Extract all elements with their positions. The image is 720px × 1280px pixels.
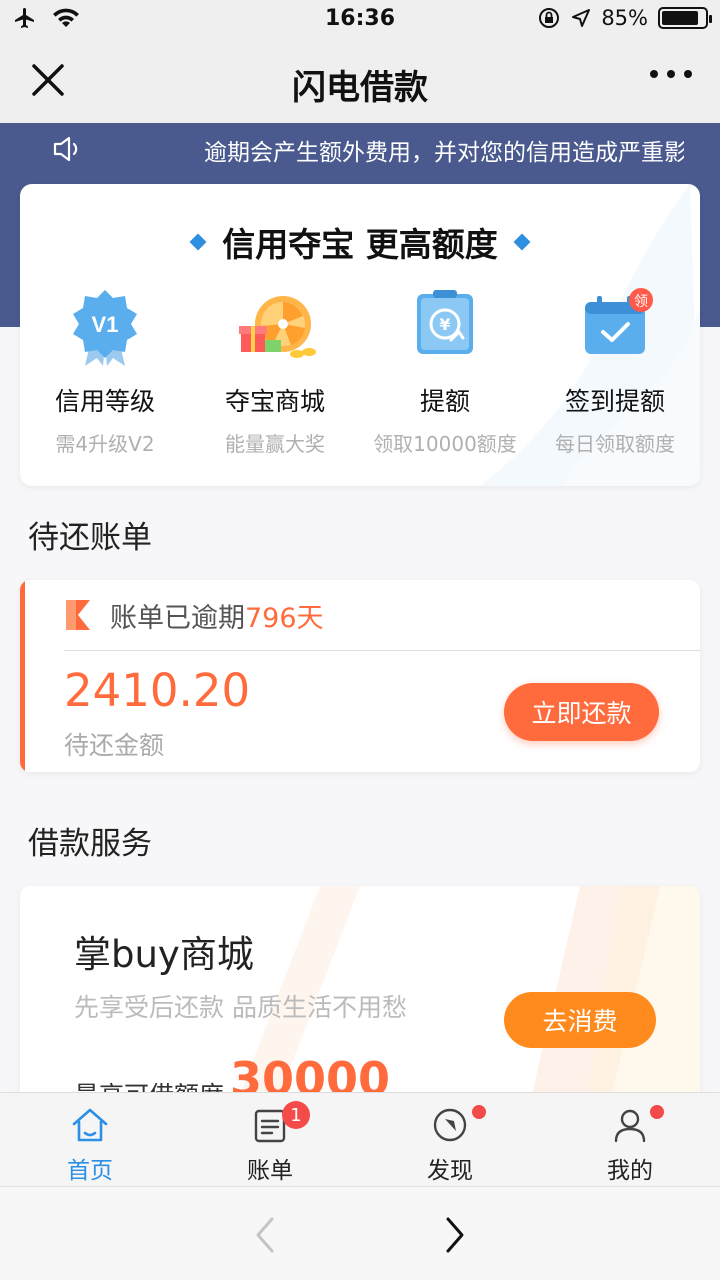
bill-divider bbox=[64, 650, 700, 651]
tab-label: 首页 bbox=[67, 1158, 113, 1184]
status-right: 85% bbox=[537, 6, 712, 30]
compass-icon bbox=[433, 1108, 467, 1142]
feature-checkin[interactable]: 领 签到提额 每日领取额度 bbox=[530, 288, 700, 457]
yen-text: ¥ bbox=[439, 315, 450, 334]
prize-wheel-icon bbox=[239, 296, 316, 358]
feature-raise-limit[interactable]: ¥ 提额 领取10000额度 bbox=[360, 288, 530, 457]
feature-sub: 领取10000额度 bbox=[373, 432, 517, 456]
feature-label: 信用等级 bbox=[54, 387, 155, 416]
credit-card: 信用夺宝 更高额度 V1 信用等级 需4升级V2 夺宝商城 能量赢大奖 ¥ 提额… bbox=[20, 184, 700, 486]
feature-sub: 需4升级V2 bbox=[55, 432, 155, 456]
feature-treasure-mall[interactable]: 夺宝商城 能量赢大奖 bbox=[190, 288, 360, 457]
feature-sub: 每日领取额度 bbox=[555, 432, 675, 456]
speaker-icon bbox=[53, 136, 78, 162]
bill-card[interactable]: 账单已逾期796天 2410.20 待还金额 立即还款 bbox=[20, 580, 700, 772]
checkin-badge-text: 领 bbox=[634, 294, 648, 310]
tab-bar: 首页 1 账单 发现 我的 bbox=[0, 1092, 720, 1186]
feature-credit-level[interactable]: V1 信用等级 需4升级V2 bbox=[20, 288, 190, 457]
feature-label: 签到提额 bbox=[564, 387, 665, 416]
bill-amount-label: 待还金额 bbox=[64, 731, 165, 760]
forward-arrow-icon[interactable] bbox=[440, 1215, 470, 1255]
battery-icon bbox=[658, 7, 712, 29]
home-icon bbox=[72, 1108, 108, 1142]
diamond-icon bbox=[513, 233, 531, 251]
rotation-lock-icon bbox=[539, 8, 560, 28]
feature-sub: 能量赢大奖 bbox=[225, 432, 325, 456]
back-arrow-icon[interactable] bbox=[250, 1215, 280, 1255]
tab-discover[interactable]: 发现 bbox=[360, 1093, 540, 1186]
feature-label: 夺宝商城 bbox=[224, 387, 325, 416]
bill-amount: 2410.20 bbox=[64, 664, 251, 717]
tab-label: 发现 bbox=[427, 1158, 473, 1184]
tab-label: 我的 bbox=[607, 1158, 653, 1184]
battery-fill bbox=[662, 11, 698, 25]
overdue-prefix: 账单已逾期 bbox=[110, 603, 245, 634]
location-icon bbox=[572, 9, 591, 27]
raise-limit-icon: ¥ bbox=[417, 290, 473, 354]
battery-percent: 85% bbox=[601, 6, 648, 30]
page-title: 闪电借款 bbox=[292, 68, 428, 108]
mall-subtitle: 先享受后还款 品质生活不用愁 bbox=[74, 993, 407, 1022]
checkin-calendar-icon: 领 bbox=[585, 288, 653, 354]
browser-toolbar bbox=[0, 1186, 720, 1280]
bills-section-title: 待还账单 bbox=[28, 520, 152, 556]
nav-bar: 闪电借款 bbox=[0, 40, 720, 123]
diamond-icon bbox=[189, 233, 207, 251]
repay-now-button[interactable]: 立即还款 bbox=[504, 683, 659, 741]
bills-badge: 1 bbox=[282, 1101, 310, 1129]
credit-title-text: 信用夺宝 更高额度 bbox=[222, 225, 498, 264]
level-badge-text: V1 bbox=[92, 312, 119, 337]
discover-dot bbox=[472, 1105, 486, 1119]
notice-text[interactable]: 逾期会产生额外费用，并对您的信用造成严重影 bbox=[204, 133, 684, 167]
tab-mine[interactable]: 我的 bbox=[540, 1093, 720, 1186]
bill-accent-bar bbox=[20, 580, 25, 772]
level-badge-icon: V1 bbox=[73, 290, 137, 366]
loan-section-title: 借款服务 bbox=[28, 826, 152, 862]
user-icon bbox=[614, 1109, 646, 1143]
tab-home[interactable]: 首页 bbox=[0, 1093, 180, 1186]
overdue-flag-icon bbox=[66, 600, 90, 630]
credit-title: 信用夺宝 更高额度 bbox=[20, 218, 700, 266]
feature-label: 提额 bbox=[419, 387, 470, 416]
overdue-status: 账单已逾期796天 bbox=[110, 596, 324, 635]
mall-title: 掌buy商城 bbox=[74, 933, 254, 976]
tab-label: 账单 bbox=[247, 1158, 293, 1184]
overdue-days: 796天 bbox=[245, 603, 324, 634]
tab-bills[interactable]: 1 账单 bbox=[180, 1093, 360, 1186]
more-icon[interactable] bbox=[650, 70, 692, 78]
feature-row: V1 信用等级 需4升级V2 夺宝商城 能量赢大奖 ¥ 提额 领取10000额度… bbox=[20, 288, 700, 457]
mine-dot bbox=[650, 1105, 664, 1119]
go-consume-button[interactable]: 去消费 bbox=[504, 992, 656, 1048]
status-bar: 16:36 85% bbox=[0, 0, 720, 40]
